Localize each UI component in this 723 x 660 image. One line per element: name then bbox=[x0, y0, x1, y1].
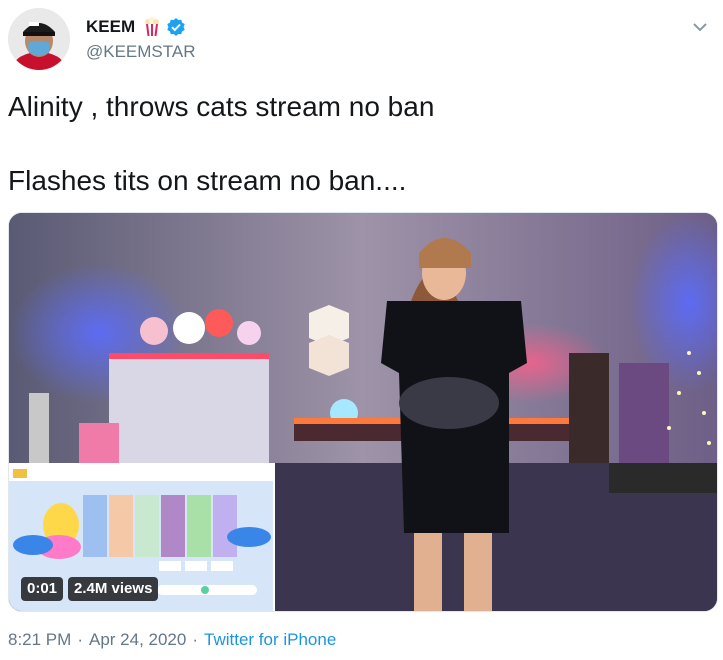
tweet-date[interactable]: Apr 24, 2020 bbox=[89, 630, 186, 650]
meta-separator: · bbox=[192, 630, 199, 649]
tweet-text-line: Flashes tits on stream no ban.... bbox=[8, 165, 407, 196]
display-name[interactable]: KEEM bbox=[86, 17, 135, 37]
verified-badge-icon bbox=[166, 17, 186, 37]
handle[interactable]: @KEEMSTAR bbox=[86, 42, 196, 62]
tweet-header: KEEM @KEEMSTAR bbox=[8, 8, 715, 70]
popcorn-icon bbox=[143, 17, 161, 37]
video-elapsed-badge: 0:01 bbox=[21, 577, 64, 601]
avatar[interactable] bbox=[8, 8, 70, 70]
tweet-text-line: Alinity , throws cats stream no ban bbox=[8, 91, 435, 122]
video-views-badge: 2.4M views bbox=[68, 577, 159, 601]
chevron-down-icon[interactable] bbox=[689, 16, 711, 38]
tweet-time[interactable]: 8:21 PM bbox=[8, 630, 71, 650]
meta-separator: · bbox=[77, 630, 83, 649]
tweet-meta: 8:21 PM · Apr 24, 2020 · Twitter for iPh… bbox=[8, 630, 336, 650]
video-player[interactable]: 0:01 2.4M views bbox=[8, 212, 718, 612]
tweet-body: Alinity , throws cats stream no ban Flas… bbox=[8, 88, 708, 199]
tweet-source-link[interactable]: Twitter for iPhone bbox=[204, 630, 336, 650]
